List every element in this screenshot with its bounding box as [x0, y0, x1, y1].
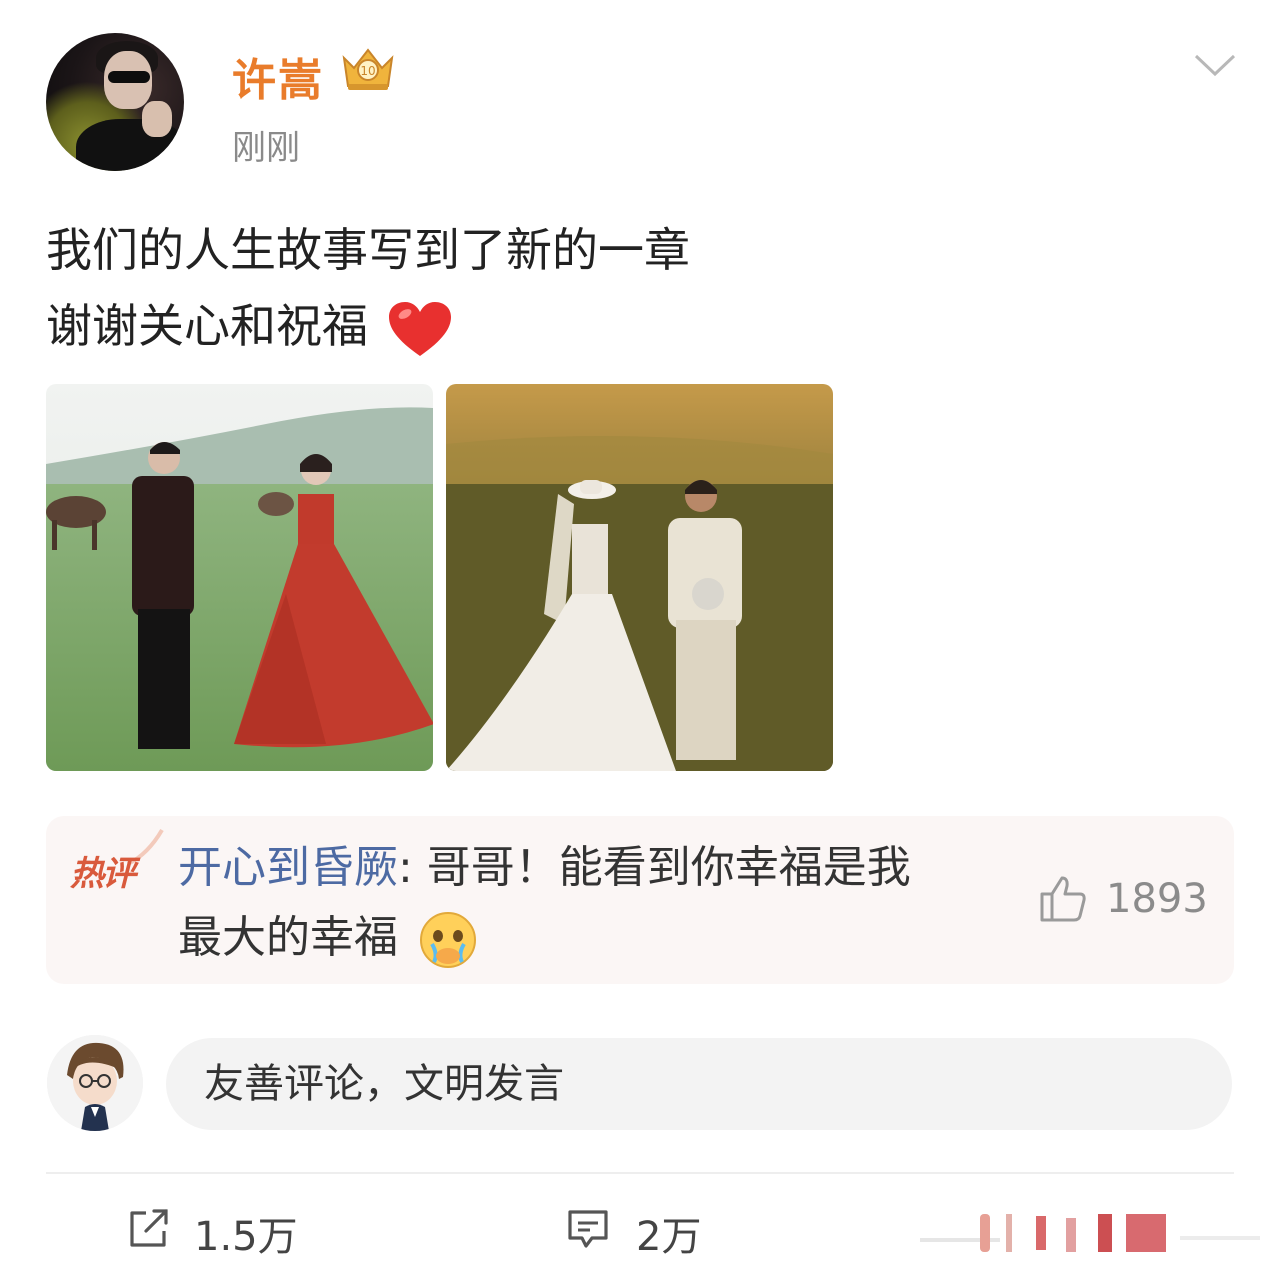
hot-comment-text-line1: : 哥哥！能看到你幸福是我 [398, 842, 911, 893]
hot-comment-user[interactable]: 开心到昏厥 [178, 842, 398, 893]
like-button-icon[interactable] [920, 1206, 1260, 1256]
author-name[interactable]: 许嵩 [232, 44, 324, 108]
hot-comment-tag: 热评 [70, 854, 136, 894]
post-photo-2[interactable] [446, 384, 833, 771]
comment-icon[interactable] [564, 1204, 612, 1252]
verified-badge-icon: 10 [342, 48, 394, 90]
post-text-line2: 谢谢关心和祝福 [46, 299, 368, 353]
hot-comment-text-line2: 最大的幸福 [178, 912, 398, 963]
chevron-down-icon[interactable] [1190, 46, 1240, 82]
hot-comment-like-count: 1893 [1106, 876, 1208, 922]
thumbs-up-icon[interactable] [1036, 872, 1088, 924]
post-body: 我们的人生故事写到了新的一章 谢谢关心和祝福 [46, 212, 1146, 364]
crying-emoji-icon [420, 912, 476, 968]
share-icon[interactable] [124, 1205, 172, 1253]
comment-count[interactable]: 2万 [636, 1204, 701, 1262]
share-count[interactable]: 1.5万 [194, 1204, 298, 1262]
author-avatar[interactable] [46, 33, 184, 171]
svg-text:10: 10 [360, 64, 375, 78]
post-text-line1: 我们的人生故事写到了新的一章 [46, 223, 690, 277]
hot-comment-line2: 最大的幸福 [178, 908, 478, 970]
current-user-avatar[interactable] [47, 1035, 143, 1131]
comment-input[interactable] [166, 1038, 1232, 1130]
post-photo-1[interactable] [46, 384, 433, 771]
hot-comment-line1: 开心到昏厥: 哥哥！能看到你幸福是我 [178, 838, 911, 898]
divider [46, 1172, 1234, 1174]
heart-emoji-icon [388, 301, 451, 356]
post-timestamp: 刚刚 [232, 128, 300, 168]
